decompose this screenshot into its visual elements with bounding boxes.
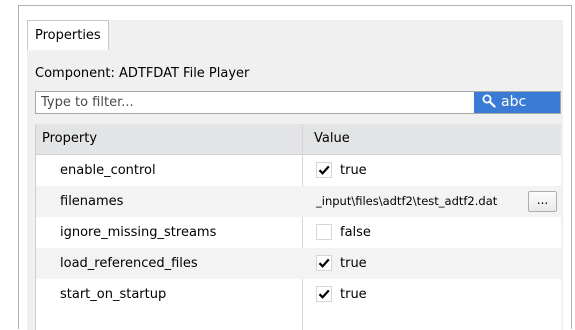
- value-text: true: [340, 287, 367, 302]
- property-value: true: [316, 155, 557, 186]
- component-label: Component: ADTFDAT File Player: [35, 66, 250, 81]
- filter-input[interactable]: [36, 92, 474, 113]
- table-header: Property Value: [36, 124, 561, 155]
- table-row[interactable]: start_on_startup true: [36, 279, 561, 310]
- check-icon: [318, 289, 330, 299]
- table-row[interactable]: ignore_missing_streams false: [36, 217, 561, 248]
- property-value: true: [316, 248, 557, 279]
- properties-panel: Properties Component: ADTFDAT File Playe…: [27, 20, 563, 330]
- checkbox[interactable]: [316, 286, 332, 302]
- value-text: true: [340, 163, 367, 178]
- properties-window: Properties Component: ADTFDAT File Playe…: [18, 5, 572, 330]
- tab-properties[interactable]: Properties: [27, 20, 109, 50]
- search-icon: [482, 94, 496, 108]
- browse-button[interactable]: ...: [528, 191, 557, 212]
- column-header-value[interactable]: Value: [308, 124, 350, 154]
- table-row[interactable]: load_referenced_files true: [36, 248, 561, 279]
- check-icon: [318, 258, 330, 268]
- property-name: filenames: [60, 194, 124, 209]
- property-value: _input\files\adtf2\test_adtf2.dat ...: [316, 186, 557, 217]
- checkbox[interactable]: [316, 255, 332, 271]
- table-row[interactable]: enable_control true: [36, 155, 561, 186]
- filename-value[interactable]: _input\files\adtf2\test_adtf2.dat: [316, 186, 497, 217]
- filter-mode-label: abc: [501, 94, 527, 110]
- column-header-property[interactable]: Property: [42, 124, 97, 154]
- filter-bar: abc: [35, 91, 561, 114]
- property-name: enable_control: [60, 163, 156, 178]
- table-row[interactable]: filenames _input\files\adtf2\test_adtf2.…: [36, 186, 561, 217]
- value-text: false: [340, 225, 371, 240]
- property-value: false: [316, 217, 557, 248]
- property-name: ignore_missing_streams: [60, 225, 217, 240]
- check-icon: [318, 165, 330, 175]
- property-value: true: [316, 279, 557, 310]
- checkbox[interactable]: [316, 224, 332, 240]
- value-text: true: [340, 256, 367, 271]
- property-name: load_referenced_files: [60, 256, 198, 271]
- property-table: Property Value enable_control true filen…: [35, 124, 561, 330]
- property-name: start_on_startup: [60, 287, 167, 302]
- checkbox[interactable]: [316, 162, 332, 178]
- filter-mode-button[interactable]: abc: [474, 92, 560, 113]
